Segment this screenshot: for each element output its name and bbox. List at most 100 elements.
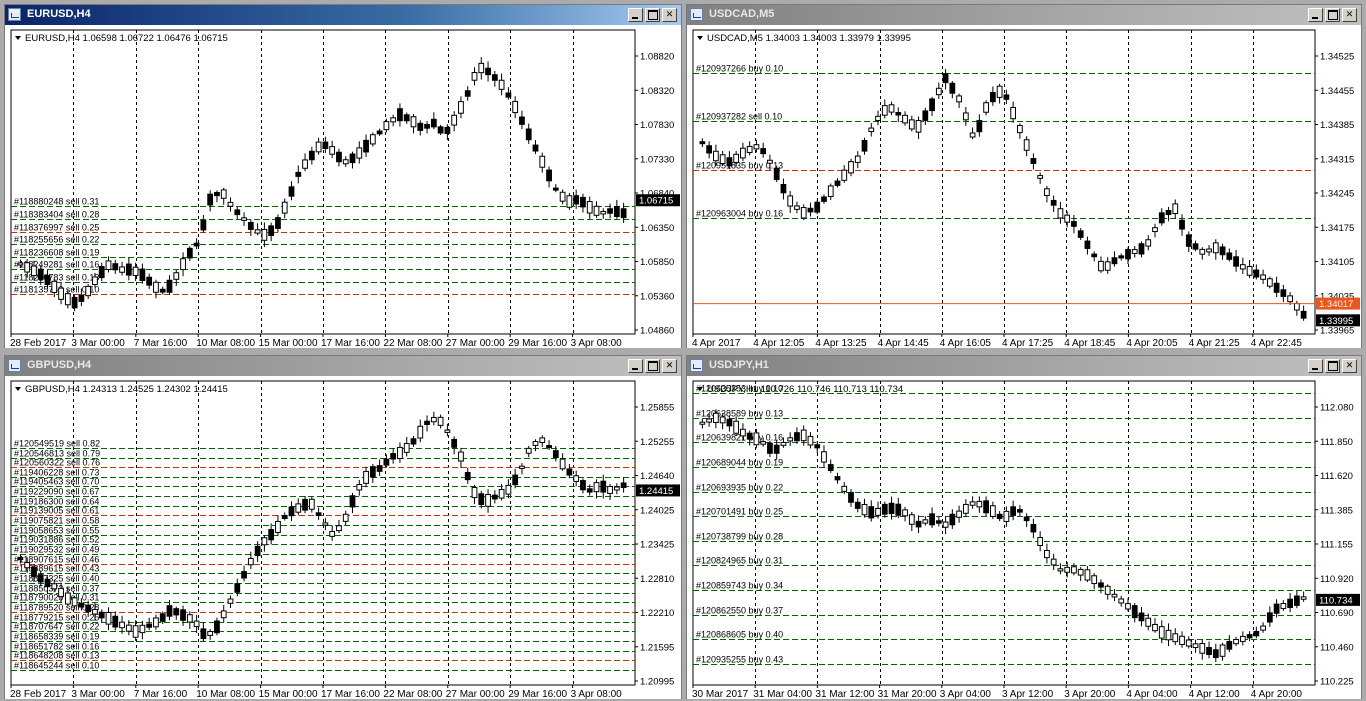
candle-body — [119, 266, 125, 273]
candle-body — [929, 513, 935, 526]
price-axis-label: 1.34385 — [1320, 120, 1354, 131]
chart-window-usdcad[interactable]: USDCAD,M5 ✕ 4 Apr 2017 4 Apr 12:05 4 Apr 13:… — [686, 4, 1362, 348]
triangle-down-icon[interactable] — [697, 36, 703, 40]
minimize-button[interactable] — [628, 8, 643, 22]
candle-body — [342, 513, 349, 522]
minimize-button[interactable] — [1308, 8, 1323, 22]
time-axis-label: 31 Mar 20:00 — [878, 689, 937, 699]
price-chart[interactable]: 28 Feb 2017 3 Mar 00:00 7 Mar 16:00 10 Mar … — [5, 377, 681, 699]
order-label: #119031886 sell 0.52 — [14, 535, 99, 545]
price-axis-label: 1.07830 — [640, 120, 674, 131]
candle-body — [780, 183, 787, 194]
candle-body — [491, 74, 498, 81]
candle-body — [915, 520, 922, 528]
candle-body — [275, 520, 281, 533]
order-label: #119029532 sell 0.49 — [14, 545, 99, 555]
price-chart[interactable]: 28 Feb 2017 3 Mar 00:00 7 Mar 16:00 10 Mar … — [5, 26, 681, 348]
candle-body — [1010, 506, 1017, 516]
candle-body — [342, 159, 349, 165]
candle-body — [1125, 249, 1131, 260]
candle-body — [861, 503, 868, 516]
price-chart[interactable]: 30 Mar 2017 31 Mar 04:00 31 Mar 12:00 31 Ma… — [687, 377, 1361, 699]
candle-body — [153, 617, 159, 628]
candle-body — [1037, 175, 1044, 179]
candle-body — [424, 420, 430, 426]
candle-body — [868, 127, 875, 133]
candle-body — [827, 464, 834, 472]
candle-body — [807, 207, 814, 213]
restore-button[interactable] — [1325, 359, 1340, 373]
close-button[interactable]: ✕ — [662, 8, 677, 22]
candle-body — [1098, 260, 1104, 272]
candle-body — [969, 132, 976, 138]
restore-button[interactable] — [645, 8, 660, 22]
time-axis-label: 3 Mar 00:00 — [71, 689, 125, 699]
minimize-button[interactable] — [1308, 359, 1323, 373]
candle-body — [173, 608, 180, 616]
candle-body — [234, 583, 241, 593]
candle-body — [200, 628, 207, 640]
candle-body — [410, 438, 417, 445]
candle-body — [430, 118, 437, 128]
candle-body — [607, 485, 613, 494]
chart-area[interactable]: 30 Mar 2017 31 Mar 04:00 31 Mar 12:00 31 Ma… — [687, 377, 1361, 699]
chart-area[interactable]: 28 Feb 2017 3 Mar 00:00 7 Mar 16:00 10 Mar … — [5, 26, 681, 348]
candle-body — [1172, 633, 1179, 643]
candle-body — [315, 512, 322, 516]
candle-body — [1071, 221, 1077, 227]
candle-body — [159, 288, 166, 293]
restore-button[interactable] — [1325, 8, 1340, 22]
window-title-bar[interactable]: USDJPY,H1 ✕ — [687, 356, 1361, 376]
triangle-down-icon[interactable] — [15, 387, 21, 391]
candle-body — [600, 210, 607, 215]
close-button[interactable]: ✕ — [1342, 359, 1357, 373]
candle-body — [1152, 623, 1158, 632]
price-axis-label: 1.21595 — [640, 642, 674, 653]
price-chart[interactable]: 4 Apr 2017 4 Apr 12:05 4 Apr 13:25 4 Apr 14… — [687, 26, 1361, 348]
price-axis-label: 1.34525 — [1320, 52, 1354, 63]
candle-body — [949, 513, 956, 526]
chart-window-eurusd[interactable]: EURUSD,H4 ✕ 28 Feb 2017 3 Mar 00:00 7 Mar 16… — [4, 4, 682, 348]
candle-body — [322, 522, 329, 526]
price-axis-label: 1.20995 — [640, 677, 674, 688]
candle-body — [1030, 158, 1037, 164]
candle-body — [1023, 139, 1030, 151]
candle-body — [794, 432, 800, 442]
candle-body — [424, 123, 430, 129]
chart-area[interactable]: 28 Feb 2017 3 Mar 00:00 7 Mar 16:00 10 Mar … — [5, 377, 681, 699]
chart-window-usdjpy[interactable]: USDJPY,H1 ✕ 30 Mar 2017 31 Mar 04:00 31 Mar … — [686, 355, 1362, 699]
candle-body — [308, 150, 315, 161]
order-label: #118383404 sell 0.28 — [14, 210, 99, 220]
close-button[interactable]: ✕ — [1342, 8, 1357, 22]
candle-body — [1125, 603, 1131, 610]
candle-body — [753, 432, 760, 446]
restore-button[interactable] — [645, 359, 660, 373]
candle-body — [275, 217, 281, 229]
minimize-button[interactable] — [628, 359, 643, 373]
candle-body — [1050, 199, 1057, 206]
candle-body — [1104, 585, 1111, 595]
candle-body — [322, 141, 329, 149]
candle-body — [1280, 602, 1287, 610]
candle-body — [1199, 248, 1206, 255]
triangle-down-icon[interactable] — [15, 36, 21, 40]
candle-body — [437, 126, 444, 134]
window-title-bar[interactable]: GBPUSD,H4 ✕ — [5, 356, 681, 376]
candle-body — [888, 502, 895, 515]
candle-body — [607, 208, 613, 214]
window-title-bar[interactable]: EURUSD,H4 ✕ — [5, 5, 681, 25]
candle-body — [105, 612, 112, 625]
candle-body — [505, 484, 512, 495]
candle-body — [821, 451, 827, 463]
candle-body — [559, 458, 566, 470]
candle-body — [17, 262, 24, 266]
close-button[interactable]: ✕ — [662, 359, 677, 373]
candle-body — [573, 475, 580, 482]
window-title-bar[interactable]: USDCAD,M5 ✕ — [687, 5, 1361, 25]
candle-body — [1266, 612, 1273, 623]
chart-area[interactable]: 4 Apr 2017 4 Apr 12:05 4 Apr 13:25 4 Apr 14… — [687, 26, 1361, 348]
price-axis-label: 1.34245 — [1320, 189, 1354, 200]
candle-body — [733, 420, 740, 434]
candle-body — [180, 258, 186, 271]
chart-window-gbpusd[interactable]: GBPUSD,H4 ✕ 28 Feb 2017 3 Mar 00:00 7 Mar 16… — [4, 355, 682, 699]
